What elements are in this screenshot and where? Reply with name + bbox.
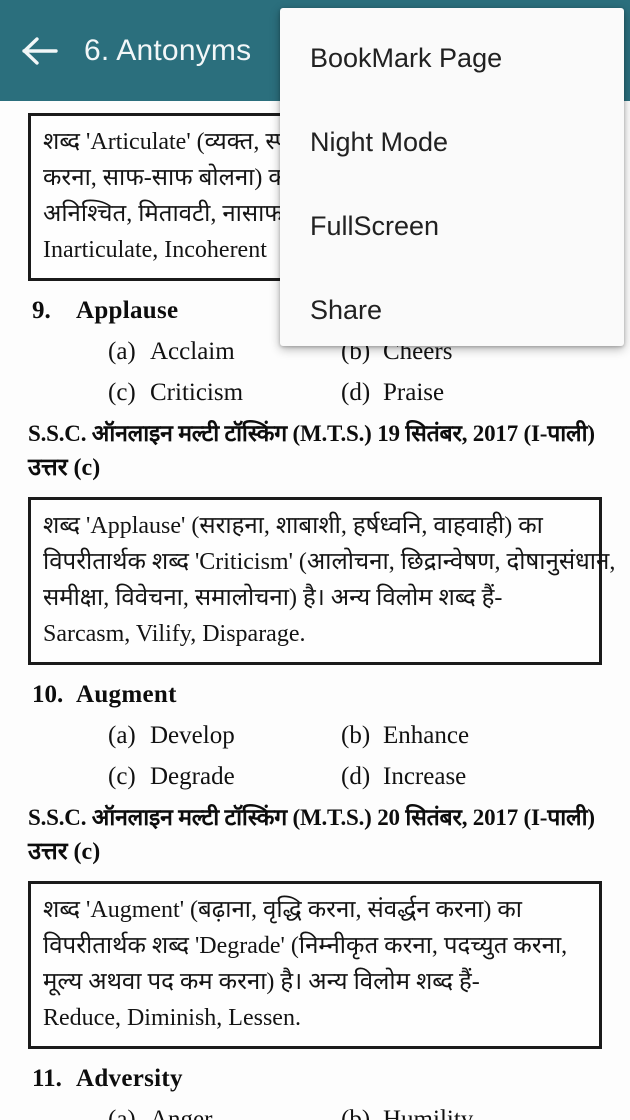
explanation-line: Reduce, Diminish, Lessen. — [43, 1005, 301, 1031]
option-c[interactable]: (c) Criticism — [28, 372, 328, 413]
answer-label: उत्तर (c) — [28, 455, 101, 481]
question-heading: 10. Augment — [28, 675, 602, 715]
option-row: (a) Develop (b) Enhance — [28, 715, 602, 756]
option-label: Criticism — [150, 379, 244, 406]
option-row: (c) Degrade (d) Increase — [28, 756, 602, 797]
option-d[interactable]: (d) Praise — [328, 372, 444, 413]
explanation-line: Sarcasm, Vilify, Disparage. — [43, 621, 306, 647]
option-label: Acclaim — [150, 338, 235, 365]
answer-label: उत्तर (c) — [28, 839, 101, 865]
explanation-line: विपरीतार्थक शब्द 'Criticism' (आलोचना, छि… — [43, 549, 616, 575]
option-label: Develop — [150, 722, 235, 749]
back-arrow-icon — [21, 35, 59, 67]
app-root: 6. Antonyms शब्द 'Articulate' (व्यक्त, स… — [0, 0, 630, 1120]
option-label: Anger — [150, 1106, 213, 1120]
question-heading: 11. Adversity — [28, 1059, 602, 1099]
option-label: Degrade — [150, 763, 235, 790]
option-b[interactable]: (b) Enhance — [328, 715, 469, 756]
exam-source: S.S.C. ऑनलाइन मल्टी टॉस्किंग (M.T.S.) 19… — [28, 421, 595, 446]
option-key: (d) — [341, 763, 371, 790]
option-label: Humility — [383, 1106, 474, 1120]
question-word: Adversity — [76, 1065, 183, 1092]
option-c[interactable]: (c) Degrade — [28, 756, 328, 797]
option-label: Increase — [383, 763, 467, 790]
option-a[interactable]: (a) Anger — [28, 1099, 328, 1120]
option-label: Praise — [383, 379, 445, 406]
back-button[interactable] — [0, 0, 80, 101]
overflow-menu[interactable]: BookMark Page Night Mode FullScreen Shar… — [280, 8, 624, 346]
option-key: (b) — [341, 1106, 371, 1120]
exam-source: S.S.C. ऑनलाइन मल्टी टॉस्किंग (M.T.S.) 20… — [28, 805, 595, 830]
option-row: (a) Anger (b) Humility — [28, 1099, 602, 1120]
option-key: (d) — [341, 379, 371, 406]
explanation-line: विपरीतार्थक शब्द 'Degrade' (निम्नीकृत कर… — [43, 933, 568, 959]
explanation-line: शब्द 'Augment' (बढ़ाना, वृद्धि करना, संव… — [43, 897, 522, 923]
question-number: 9. — [32, 297, 51, 324]
question-word: Augment — [76, 681, 177, 708]
option-key: (c) — [108, 763, 136, 790]
explanation-line: मूल्य अथवा पद कम करना) है। अन्य विलोम शब… — [43, 969, 480, 995]
question-word: Applause — [76, 297, 179, 324]
question-block: 10. Augment (a) Develop (b) Enhance (c) … — [28, 675, 602, 1049]
explanation-line: शब्द 'Applause' (सराहना, शाबाशी, हर्षध्व… — [43, 513, 543, 539]
option-key: (a) — [108, 722, 136, 749]
question-number: 10. — [32, 681, 64, 708]
question-block: 11. Adversity (a) Anger (b) Humility — [28, 1059, 602, 1120]
option-a[interactable]: (a) Develop — [28, 715, 328, 756]
option-b[interactable]: (b) Humility — [328, 1099, 473, 1120]
option-key: (b) — [341, 722, 371, 749]
menu-item-bookmark-page[interactable]: BookMark Page — [280, 16, 624, 100]
option-key: (a) — [108, 338, 136, 365]
explanation-box: शब्द 'Applause' (सराहना, शाबाशी, हर्षध्व… — [28, 497, 616, 665]
explanation-line: समीक्षा, विवेचना, समालोचना) है। अन्य विल… — [43, 585, 503, 611]
menu-item-share[interactable]: Share — [280, 268, 624, 352]
option-row: (c) Criticism (d) Praise — [28, 372, 602, 413]
page-title: 6. Antonyms — [84, 33, 252, 67]
option-key: (a) — [108, 1106, 136, 1120]
option-label: Enhance — [383, 722, 470, 749]
menu-item-fullscreen[interactable]: FullScreen — [280, 184, 624, 268]
question-number: 11. — [32, 1065, 62, 1092]
option-key: (c) — [108, 379, 136, 406]
menu-item-night-mode[interactable]: Night Mode — [280, 100, 624, 184]
explanation-box: शब्द 'Augment' (बढ़ाना, वृद्धि करना, संव… — [28, 881, 602, 1049]
option-d[interactable]: (d) Increase — [328, 756, 466, 797]
